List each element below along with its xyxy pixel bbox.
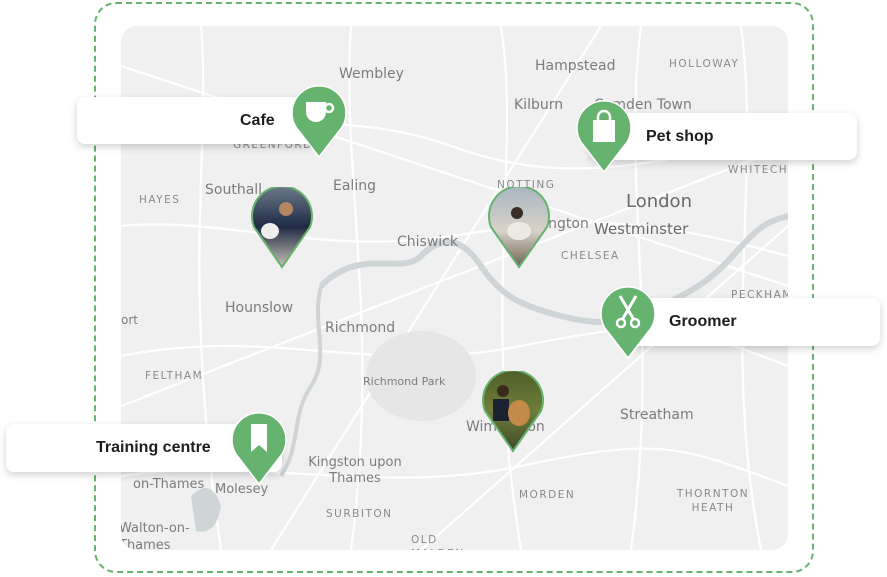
coffee-cup-icon[interactable] <box>291 85 347 159</box>
map-label: Walton-on-Thames <box>121 521 190 550</box>
map-label: Richmond Park <box>363 375 446 388</box>
map-label: HAYES <box>139 194 181 206</box>
map-label: Westminster <box>594 220 689 238</box>
map-label: FELTHAM <box>145 370 204 382</box>
map-label: Kingston upon Thames <box>308 455 402 486</box>
map-label: Hounslow <box>225 300 294 316</box>
user-photo-pin[interactable] <box>250 187 314 270</box>
place-label: Training centre <box>96 439 211 456</box>
place-label: Pet shop <box>646 127 714 145</box>
map-label: Ealing <box>333 178 376 194</box>
place-label: Groomer <box>669 313 737 330</box>
map-label: SURBITON <box>326 508 393 520</box>
scissors-icon[interactable] <box>600 286 656 360</box>
map-label: Richmond <box>325 320 396 336</box>
map-label: Hampstead <box>535 58 616 74</box>
bookmark-icon[interactable] <box>231 412 287 486</box>
map-label: ort <box>121 313 138 327</box>
map-label: London <box>626 191 692 212</box>
shopping-bag-icon[interactable] <box>576 100 632 174</box>
map-label: WHITECHAPEL <box>728 164 788 176</box>
map-label: Kilburn <box>514 97 564 113</box>
map-label: Wembley <box>339 66 404 82</box>
place-label: Cafe <box>240 111 275 129</box>
user-photo-pin[interactable] <box>481 371 545 454</box>
map-label: OLD MALDEN <box>411 534 463 550</box>
map-label: Streatham <box>620 407 694 423</box>
map-label: THORNTON HEATH <box>676 488 750 514</box>
user-photo-pin[interactable] <box>487 187 551 270</box>
place-card-groomer[interactable]: Groomer <box>630 298 880 346</box>
map-label: on-Thames <box>133 477 205 492</box>
map-label: MORDEN <box>519 489 576 501</box>
map-label: Chiswick <box>397 234 458 250</box>
place-card-cafe[interactable]: Cafe <box>77 97 327 144</box>
map-label: HOLLOWAY <box>669 58 740 70</box>
map-label: CHELSEA <box>561 250 620 262</box>
